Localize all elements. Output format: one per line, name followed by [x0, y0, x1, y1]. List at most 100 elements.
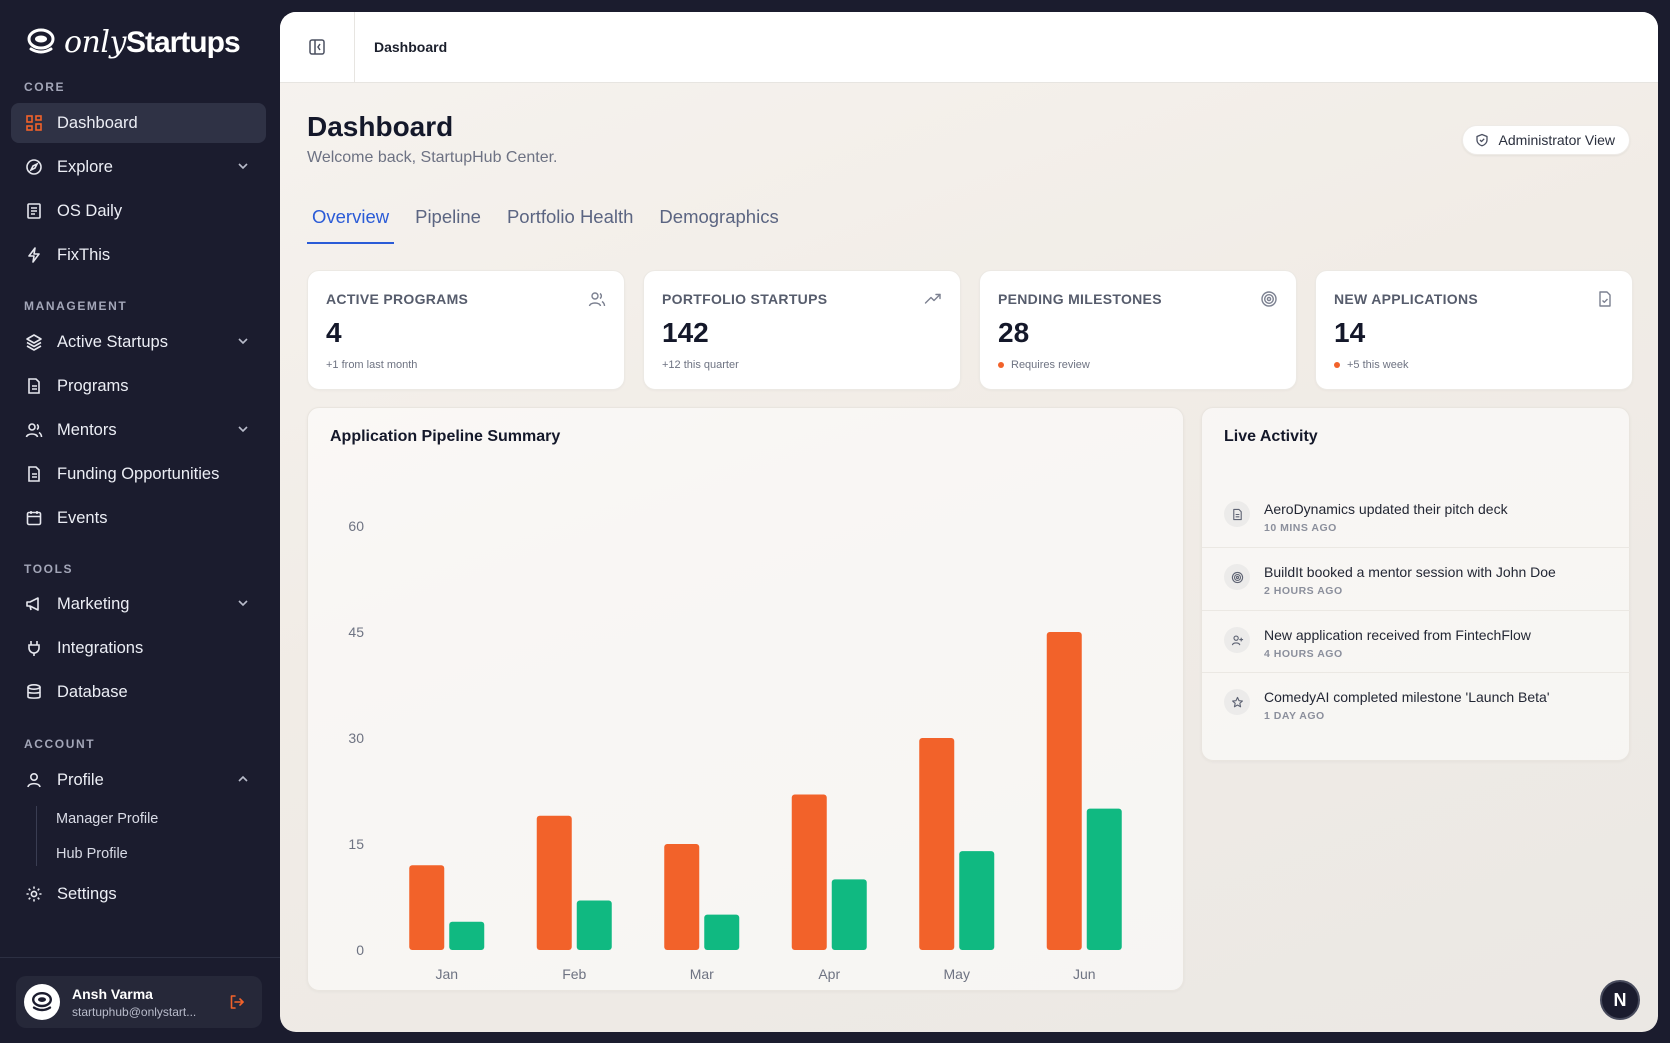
bar-mar-series-2[interactable] — [704, 914, 740, 950]
activity-time: 1 DAY AGO — [1264, 710, 1325, 722]
sidebar-item-active-startups[interactable]: Active Startups — [11, 322, 266, 362]
x-tick-label: Mar — [690, 966, 714, 982]
status-dot — [1334, 362, 1340, 368]
plug-icon — [25, 639, 43, 657]
brand-logo[interactable]: onlyStartups — [26, 22, 241, 62]
bar-may-series-1[interactable] — [919, 738, 955, 950]
sidebar-item-database[interactable]: Database — [11, 672, 266, 712]
stat-card-active-programs: ACTIVE PROGRAMS 4 +1 from last month — [307, 270, 625, 390]
sidebar-item-label: OS Daily — [57, 201, 123, 220]
chevron-down-icon[interactable] — [236, 422, 250, 436]
sidebar-item-label: Mentors — [57, 420, 117, 439]
tab-portfolio-health[interactable]: Portfolio Health — [502, 206, 638, 242]
trending-up-icon — [924, 293, 941, 304]
bar-jan-series-2[interactable] — [449, 921, 485, 950]
y-tick-label: 60 — [348, 518, 364, 534]
floating-badge-button[interactable]: N — [1600, 980, 1640, 1020]
avatar — [24, 984, 60, 1020]
sidebar-item-events[interactable]: Events — [11, 498, 266, 538]
sidebar-item-label: Funding Opportunities — [57, 464, 220, 483]
live-activity-panel: Live Activity AeroDynamics updated their… — [1201, 407, 1630, 761]
section-core: CORE — [24, 80, 66, 94]
y-tick-label: 0 — [356, 942, 364, 958]
activity-divider — [1202, 547, 1630, 548]
stat-value: 4 — [326, 317, 342, 348]
status-dot — [998, 362, 1004, 368]
chevron-down-icon[interactable] — [236, 334, 250, 348]
bar-jun-series-2[interactable] — [1086, 808, 1122, 950]
activity-item[interactable]: New application received from FintechFlo… — [1224, 621, 1609, 683]
sidebar-item-fixthis[interactable]: FixThis — [11, 235, 266, 275]
tab-overview[interactable]: Overview — [307, 206, 395, 244]
database-icon — [25, 683, 43, 701]
dashboard-tabs: Overview Pipeline Portfolio Health Demog… — [307, 206, 800, 244]
section-account: ACCOUNT — [24, 737, 96, 751]
sidebar-item-integrations[interactable]: Integrations — [11, 628, 266, 668]
sidebar-item-programs[interactable]: Programs — [11, 366, 266, 406]
bar-mar-series-1[interactable] — [664, 844, 700, 950]
stat-note: +12 this quarter — [662, 359, 739, 371]
stat-card-new-applications: NEW APPLICATIONS 14 +5 this week — [1315, 270, 1633, 390]
gear-icon — [25, 885, 43, 903]
bar-apr-series-1[interactable] — [791, 794, 827, 950]
activity-text: AeroDynamics updated their pitch deck — [1264, 501, 1508, 517]
activity-time: 10 MINS AGO — [1264, 522, 1337, 534]
sidebar-item-explore[interactable]: Explore — [11, 147, 266, 187]
bar-apr-series-2[interactable] — [831, 879, 867, 950]
user-info: Ansh Varma startuphub@onlystart... — [72, 986, 196, 1019]
sidebar-item-dashboard[interactable]: Dashboard — [11, 103, 266, 143]
sidebar-item-label: Database — [57, 682, 128, 701]
stat-value: 14 — [1334, 317, 1366, 348]
sidebar-subitem-hub-profile[interactable]: Hub Profile — [56, 846, 128, 862]
calendar-icon — [25, 509, 43, 527]
activity-divider — [1202, 672, 1630, 673]
sidebar-item-label: Events — [57, 508, 108, 527]
tab-pipeline[interactable]: Pipeline — [410, 206, 486, 242]
sidebar-item-profile[interactable]: Profile — [11, 760, 266, 800]
layers-icon — [25, 333, 43, 351]
x-tick-label: Feb — [562, 966, 586, 982]
sidebar-subitem-manager-profile[interactable]: Manager Profile — [56, 811, 158, 827]
user-email: startuphub@onlystart... — [72, 1004, 197, 1019]
activity-divider — [1202, 610, 1630, 611]
bar-feb-series-1[interactable] — [536, 815, 572, 950]
submenu-guide-line — [36, 806, 37, 866]
sidebar-item-marketing[interactable]: Marketing — [11, 584, 266, 624]
stat-card-pending-milestones: PENDING MILESTONES 28 Requires review — [979, 270, 1297, 390]
sidebar-item-label: FixThis — [57, 245, 111, 264]
chevron-down-icon[interactable] — [236, 159, 250, 173]
stat-note: +1 from last month — [326, 359, 418, 371]
target-icon — [1261, 291, 1277, 307]
logo-mark-icon — [27, 28, 55, 54]
sidebar-item-mentors[interactable]: Mentors — [11, 410, 266, 450]
stat-value: 142 — [662, 317, 709, 348]
administrator-view-button[interactable]: Administrator View — [1461, 125, 1630, 155]
tab-demographics[interactable]: Demographics — [654, 206, 783, 242]
stat-note: +5 this week — [1334, 359, 1408, 371]
bar-jan-series-1[interactable] — [409, 865, 445, 950]
sidebar-item-settings[interactable]: Settings — [11, 874, 266, 914]
chevron-down-icon[interactable] — [236, 596, 250, 610]
user-card[interactable]: Ansh Varma startuphub@onlystart... — [16, 976, 262, 1028]
activity-text: BuildIt booked a mentor session with Joh… — [1264, 564, 1556, 580]
activity-text: ComedyAI completed milestone 'Launch Bet… — [1264, 689, 1550, 705]
user-plus-icon — [1224, 627, 1250, 653]
bar-feb-series-2[interactable] — [576, 900, 612, 950]
target-icon — [1224, 564, 1250, 590]
logout-icon[interactable] — [228, 993, 246, 1011]
sidebar-toggle-icon[interactable] — [308, 38, 326, 56]
bar-may-series-2[interactable] — [959, 851, 995, 950]
activity-item[interactable]: ComedyAI completed milestone 'Launch Bet… — [1224, 683, 1609, 745]
sidebar-item-os-daily[interactable]: OS Daily — [11, 191, 266, 231]
pipeline-bar-chart: 0 15 30 45 60 Jan Feb Mar Apr May Jun — [348, 518, 1122, 982]
document-icon — [25, 465, 43, 483]
brand-name: onlyStartups — [64, 24, 241, 60]
sidebar-item-label: Profile — [57, 770, 104, 789]
sidebar: onlyStartups CORE Dashboard Explore OS D… — [0, 0, 280, 1043]
user-name: Ansh Varma — [72, 985, 153, 1002]
stat-card-portfolio-startups: PORTFOLIO STARTUPS 142 +12 this quarter — [643, 270, 961, 390]
bar-jun-series-1[interactable] — [1046, 632, 1082, 950]
star-icon — [1224, 689, 1250, 715]
sidebar-item-funding[interactable]: Funding Opportunities — [11, 454, 266, 494]
chevron-up-icon[interactable] — [236, 772, 250, 786]
